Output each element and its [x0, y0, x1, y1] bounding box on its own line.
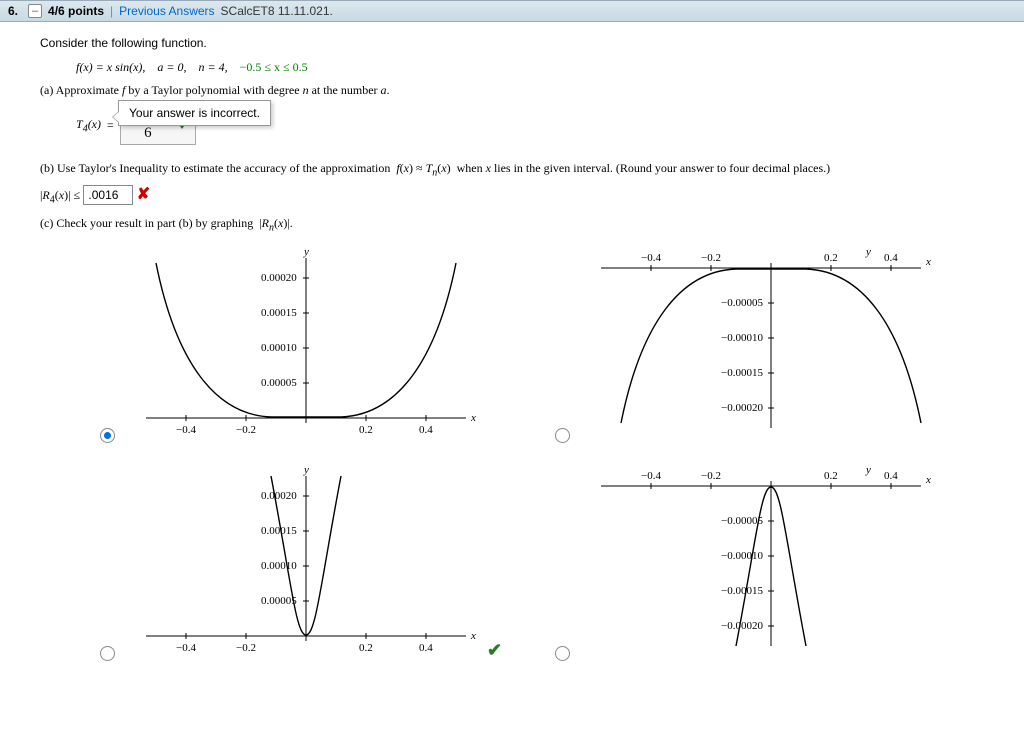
part-b: (b) Use Taylor's Inequality to estimate … [40, 161, 996, 206]
fx-def: f(x) = x sin(x), [76, 60, 145, 74]
svg-text:−0.2: −0.2 [701, 252, 721, 264]
n-def: n = 4, [199, 60, 228, 74]
function-definition: f(x) = x sin(x), a = 0, n = 4, −0.5 ≤ x … [40, 60, 996, 75]
svg-text:0.00015: 0.00015 [261, 525, 297, 537]
incorrect-tooltip: Your answer is incorrect. [118, 100, 271, 126]
svg-text:0.00010: 0.00010 [261, 342, 297, 354]
previous-answers-link[interactable]: Previous Answers [119, 4, 214, 18]
question-source: SCalcET8 11.11.021. [221, 4, 333, 18]
intro-text: Consider the following function. [40, 36, 996, 50]
svg-text:−0.00005: −0.00005 [721, 297, 763, 309]
graph-3-svg: −0.4 −0.2 0.2 0.4 0.00005 0.00010 0.00015 0.… [121, 461, 481, 661]
graph-option-1[interactable]: −0.4 −0.2 0.2 0.4 0.00005 0.00010 0.00015 0.… [100, 243, 525, 443]
svg-text:0.00020: 0.00020 [261, 272, 297, 284]
r4-input[interactable] [83, 185, 133, 205]
svg-text:y: y [303, 246, 309, 258]
question-body: Consider the following function. f(x) = … [0, 22, 1024, 673]
svg-text:x: x [925, 256, 931, 268]
radio-option-1[interactable] [100, 428, 115, 443]
svg-text:0.00015: 0.00015 [261, 307, 297, 319]
svg-text:0.00005: 0.00005 [261, 595, 297, 607]
part-c-text: (c) Check your result in part (b) by gra… [40, 216, 996, 233]
svg-text:−0.4: −0.4 [641, 252, 661, 264]
svg-text:0.2: 0.2 [824, 470, 838, 482]
a-def: a = 0, [157, 60, 186, 74]
graph-2-svg: −0.4 −0.2 0.2 0.4 −0.00005 −0.00010 −0.0001… [576, 243, 936, 443]
svg-text:0.4: 0.4 [884, 252, 898, 264]
part-a-text: (a) Approximate f by a Taylor polynomial… [40, 83, 996, 98]
separator: | [110, 4, 113, 18]
svg-text:x: x [470, 412, 476, 424]
part-b-text: (b) Use Taylor's Inequality to estimate … [40, 161, 996, 178]
graph-option-3[interactable]: −0.4 −0.2 0.2 0.4 0.00005 0.00010 0.00015 0.… [100, 461, 525, 661]
svg-text:−0.00020: −0.00020 [721, 402, 763, 414]
radio-option-4[interactable] [555, 646, 570, 661]
t4-label: T4(x) [76, 117, 101, 134]
part-a: (a) Approximate f by a Taylor polynomial… [40, 83, 996, 145]
interval-def: −0.5 ≤ x ≤ 0.5 [240, 60, 308, 74]
svg-text:−0.2: −0.2 [701, 470, 721, 482]
question-header: 6. – 4/6 points | Previous Answers SCalc… [0, 0, 1024, 22]
svg-text:−0.00015: −0.00015 [721, 367, 763, 379]
svg-text:−0.2: −0.2 [236, 424, 256, 436]
svg-text:0.00010: 0.00010 [261, 560, 297, 572]
svg-text:0.00005: 0.00005 [261, 377, 297, 389]
part-c: (c) Check your result in part (b) by gra… [40, 216, 996, 233]
svg-text:−0.4: −0.4 [641, 470, 661, 482]
t4-answer-row: T4(x) = x − 6 Your answer is incorrect. [40, 106, 996, 145]
svg-text:0.4: 0.4 [419, 424, 433, 436]
svg-text:−0.00010: −0.00010 [721, 550, 763, 562]
svg-text:−0.4: −0.4 [176, 642, 196, 654]
svg-text:−0.00020: −0.00020 [721, 620, 763, 632]
r4-row: |R4(x)| ≤ ✘ [40, 184, 996, 205]
svg-text:0.2: 0.2 [824, 252, 838, 264]
graph-option-4[interactable]: −0.4−0.2 0.20.4 −0.00005−0.00010 −0.0001… [555, 461, 980, 661]
svg-text:y: y [303, 464, 309, 476]
svg-text:0.4: 0.4 [419, 642, 433, 654]
svg-text:−0.2: −0.2 [236, 642, 256, 654]
graph-options-grid: −0.4 −0.2 0.2 0.4 0.00005 0.00010 0.00015 0.… [100, 243, 980, 661]
check-mark-icon: ✔ [487, 640, 502, 661]
graph-option-2[interactable]: −0.4 −0.2 0.2 0.4 −0.00005 −0.00010 −0.0001… [555, 243, 980, 443]
svg-text:0.2: 0.2 [359, 424, 373, 436]
graph-1-svg: −0.4 −0.2 0.2 0.4 0.00005 0.00010 0.00015 0.… [121, 243, 481, 443]
svg-text:y: y [865, 464, 871, 476]
svg-text:−0.4: −0.4 [176, 424, 196, 436]
points-label: 4/6 points [48, 4, 104, 18]
x-mark-icon: ✘ [137, 186, 150, 203]
svg-text:−0.00015: −0.00015 [721, 585, 763, 597]
radio-option-3[interactable] [100, 646, 115, 661]
radio-option-2[interactable] [555, 428, 570, 443]
collapse-icon[interactable]: – [28, 4, 42, 18]
svg-text:−0.00010: −0.00010 [721, 332, 763, 344]
svg-text:0.00020: 0.00020 [261, 490, 297, 502]
question-number: 6. [8, 4, 18, 18]
svg-text:0.2: 0.2 [359, 642, 373, 654]
svg-text:x: x [470, 630, 476, 642]
r4-label: |R4(x)| ≤ [40, 188, 80, 202]
svg-text:x: x [925, 474, 931, 486]
svg-text:y: y [865, 246, 871, 258]
graph-4-svg: −0.4−0.2 0.20.4 −0.00005−0.00010 −0.0001… [576, 461, 936, 661]
svg-text:0.4: 0.4 [884, 470, 898, 482]
